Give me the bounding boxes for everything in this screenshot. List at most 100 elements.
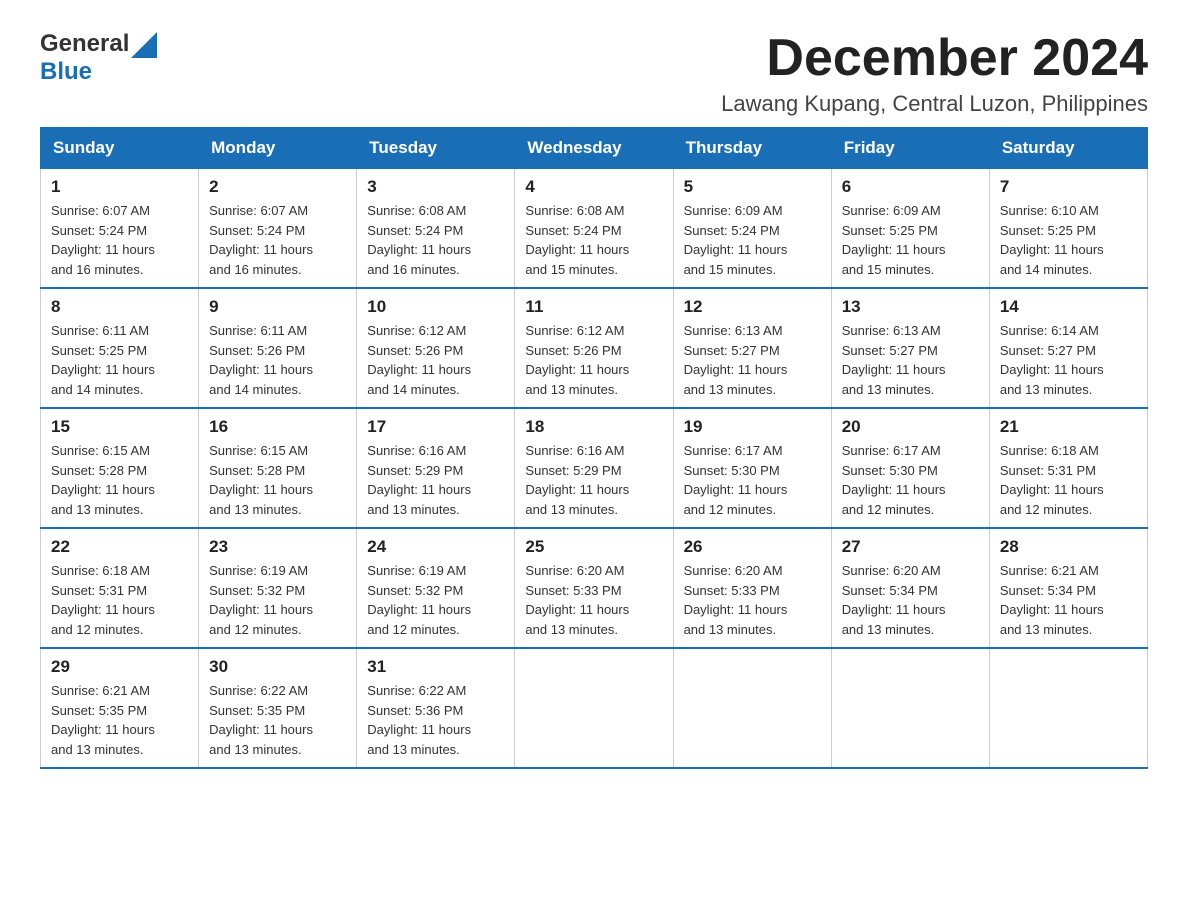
day-number: 2 [209,177,346,197]
weekday-header-friday: Friday [831,128,989,169]
weekday-header-wednesday: Wednesday [515,128,673,169]
calendar-week-2: 8 Sunrise: 6:11 AM Sunset: 5:25 PM Dayli… [41,288,1148,408]
calendar-cell: 7 Sunrise: 6:10 AM Sunset: 5:25 PM Dayli… [989,169,1147,289]
day-number: 22 [51,537,188,557]
day-info: Sunrise: 6:16 AM Sunset: 5:29 PM Dayligh… [525,441,662,519]
day-number: 5 [684,177,821,197]
calendar-cell: 17 Sunrise: 6:16 AM Sunset: 5:29 PM Dayl… [357,408,515,528]
weekday-header-thursday: Thursday [673,128,831,169]
calendar-table: SundayMondayTuesdayWednesdayThursdayFrid… [40,127,1148,769]
day-info: Sunrise: 6:22 AM Sunset: 5:35 PM Dayligh… [209,681,346,759]
day-info: Sunrise: 6:20 AM Sunset: 5:34 PM Dayligh… [842,561,979,639]
day-info: Sunrise: 6:11 AM Sunset: 5:26 PM Dayligh… [209,321,346,399]
calendar-cell: 23 Sunrise: 6:19 AM Sunset: 5:32 PM Dayl… [199,528,357,648]
day-info: Sunrise: 6:13 AM Sunset: 5:27 PM Dayligh… [684,321,821,399]
calendar-cell: 31 Sunrise: 6:22 AM Sunset: 5:36 PM Dayl… [357,648,515,768]
day-number: 20 [842,417,979,437]
day-number: 8 [51,297,188,317]
calendar-cell [989,648,1147,768]
title-block: December 2024 Lawang Kupang, Central Luz… [721,30,1148,117]
calendar-cell: 13 Sunrise: 6:13 AM Sunset: 5:27 PM Dayl… [831,288,989,408]
day-info: Sunrise: 6:18 AM Sunset: 5:31 PM Dayligh… [1000,441,1137,519]
calendar-week-4: 22 Sunrise: 6:18 AM Sunset: 5:31 PM Dayl… [41,528,1148,648]
day-number: 9 [209,297,346,317]
logo-general-text: General [40,30,129,58]
calendar-cell: 6 Sunrise: 6:09 AM Sunset: 5:25 PM Dayli… [831,169,989,289]
day-number: 17 [367,417,504,437]
calendar-cell: 27 Sunrise: 6:20 AM Sunset: 5:34 PM Dayl… [831,528,989,648]
day-number: 7 [1000,177,1137,197]
calendar-week-3: 15 Sunrise: 6:15 AM Sunset: 5:28 PM Dayl… [41,408,1148,528]
day-info: Sunrise: 6:13 AM Sunset: 5:27 PM Dayligh… [842,321,979,399]
calendar-cell: 10 Sunrise: 6:12 AM Sunset: 5:26 PM Dayl… [357,288,515,408]
day-number: 12 [684,297,821,317]
calendar-subtitle: Lawang Kupang, Central Luzon, Philippine… [721,91,1148,117]
day-number: 21 [1000,417,1137,437]
calendar-cell: 1 Sunrise: 6:07 AM Sunset: 5:24 PM Dayli… [41,169,199,289]
weekday-header-row: SundayMondayTuesdayWednesdayThursdayFrid… [41,128,1148,169]
day-info: Sunrise: 6:15 AM Sunset: 5:28 PM Dayligh… [209,441,346,519]
page-header: General Blue December 2024 Lawang Kupang… [40,30,1148,117]
day-number: 28 [1000,537,1137,557]
day-number: 1 [51,177,188,197]
calendar-cell [515,648,673,768]
calendar-cell: 11 Sunrise: 6:12 AM Sunset: 5:26 PM Dayl… [515,288,673,408]
calendar-cell: 19 Sunrise: 6:17 AM Sunset: 5:30 PM Dayl… [673,408,831,528]
day-number: 18 [525,417,662,437]
calendar-week-1: 1 Sunrise: 6:07 AM Sunset: 5:24 PM Dayli… [41,169,1148,289]
day-number: 14 [1000,297,1137,317]
day-info: Sunrise: 6:09 AM Sunset: 5:24 PM Dayligh… [684,201,821,279]
day-number: 23 [209,537,346,557]
day-info: Sunrise: 6:12 AM Sunset: 5:26 PM Dayligh… [525,321,662,399]
calendar-cell [831,648,989,768]
day-number: 31 [367,657,504,677]
day-number: 29 [51,657,188,677]
day-info: Sunrise: 6:07 AM Sunset: 5:24 PM Dayligh… [209,201,346,279]
calendar-title: December 2024 [721,30,1148,87]
calendar-cell: 4 Sunrise: 6:08 AM Sunset: 5:24 PM Dayli… [515,169,673,289]
day-info: Sunrise: 6:19 AM Sunset: 5:32 PM Dayligh… [209,561,346,639]
day-info: Sunrise: 6:11 AM Sunset: 5:25 PM Dayligh… [51,321,188,399]
weekday-header-monday: Monday [199,128,357,169]
day-info: Sunrise: 6:17 AM Sunset: 5:30 PM Dayligh… [842,441,979,519]
day-info: Sunrise: 6:19 AM Sunset: 5:32 PM Dayligh… [367,561,504,639]
calendar-cell: 12 Sunrise: 6:13 AM Sunset: 5:27 PM Dayl… [673,288,831,408]
calendar-cell: 15 Sunrise: 6:15 AM Sunset: 5:28 PM Dayl… [41,408,199,528]
day-number: 13 [842,297,979,317]
day-info: Sunrise: 6:18 AM Sunset: 5:31 PM Dayligh… [51,561,188,639]
day-info: Sunrise: 6:17 AM Sunset: 5:30 PM Dayligh… [684,441,821,519]
logo-triangle-icon [131,32,157,58]
day-info: Sunrise: 6:08 AM Sunset: 5:24 PM Dayligh… [525,201,662,279]
day-number: 16 [209,417,346,437]
logo-blue-text: Blue [40,58,92,85]
calendar-cell: 22 Sunrise: 6:18 AM Sunset: 5:31 PM Dayl… [41,528,199,648]
calendar-week-5: 29 Sunrise: 6:21 AM Sunset: 5:35 PM Dayl… [41,648,1148,768]
day-info: Sunrise: 6:20 AM Sunset: 5:33 PM Dayligh… [525,561,662,639]
day-info: Sunrise: 6:15 AM Sunset: 5:28 PM Dayligh… [51,441,188,519]
weekday-header-tuesday: Tuesday [357,128,515,169]
day-info: Sunrise: 6:09 AM Sunset: 5:25 PM Dayligh… [842,201,979,279]
calendar-cell: 18 Sunrise: 6:16 AM Sunset: 5:29 PM Dayl… [515,408,673,528]
day-info: Sunrise: 6:12 AM Sunset: 5:26 PM Dayligh… [367,321,504,399]
day-number: 4 [525,177,662,197]
calendar-cell: 3 Sunrise: 6:08 AM Sunset: 5:24 PM Dayli… [357,169,515,289]
day-info: Sunrise: 6:14 AM Sunset: 5:27 PM Dayligh… [1000,321,1137,399]
calendar-cell: 24 Sunrise: 6:19 AM Sunset: 5:32 PM Dayl… [357,528,515,648]
day-info: Sunrise: 6:21 AM Sunset: 5:35 PM Dayligh… [51,681,188,759]
weekday-header-saturday: Saturday [989,128,1147,169]
calendar-cell: 21 Sunrise: 6:18 AM Sunset: 5:31 PM Dayl… [989,408,1147,528]
calendar-cell: 25 Sunrise: 6:20 AM Sunset: 5:33 PM Dayl… [515,528,673,648]
day-number: 30 [209,657,346,677]
calendar-cell: 14 Sunrise: 6:14 AM Sunset: 5:27 PM Dayl… [989,288,1147,408]
weekday-header-sunday: Sunday [41,128,199,169]
day-info: Sunrise: 6:21 AM Sunset: 5:34 PM Dayligh… [1000,561,1137,639]
day-number: 3 [367,177,504,197]
day-number: 10 [367,297,504,317]
calendar-cell: 20 Sunrise: 6:17 AM Sunset: 5:30 PM Dayl… [831,408,989,528]
day-number: 19 [684,417,821,437]
day-number: 6 [842,177,979,197]
day-info: Sunrise: 6:08 AM Sunset: 5:24 PM Dayligh… [367,201,504,279]
day-number: 27 [842,537,979,557]
calendar-cell: 26 Sunrise: 6:20 AM Sunset: 5:33 PM Dayl… [673,528,831,648]
day-info: Sunrise: 6:22 AM Sunset: 5:36 PM Dayligh… [367,681,504,759]
